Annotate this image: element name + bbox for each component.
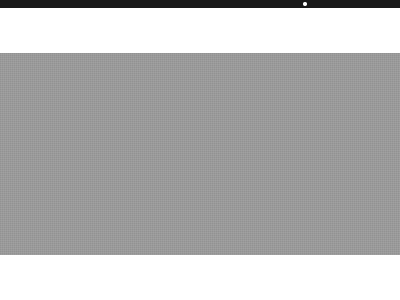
- screen: [0, 0, 400, 300]
- top-bar: [0, 0, 400, 8]
- status-dot-icon: [303, 2, 307, 6]
- page-footer-area: [0, 255, 400, 300]
- gray-overlay-panel: [0, 53, 400, 255]
- page-header-area: [0, 8, 400, 53]
